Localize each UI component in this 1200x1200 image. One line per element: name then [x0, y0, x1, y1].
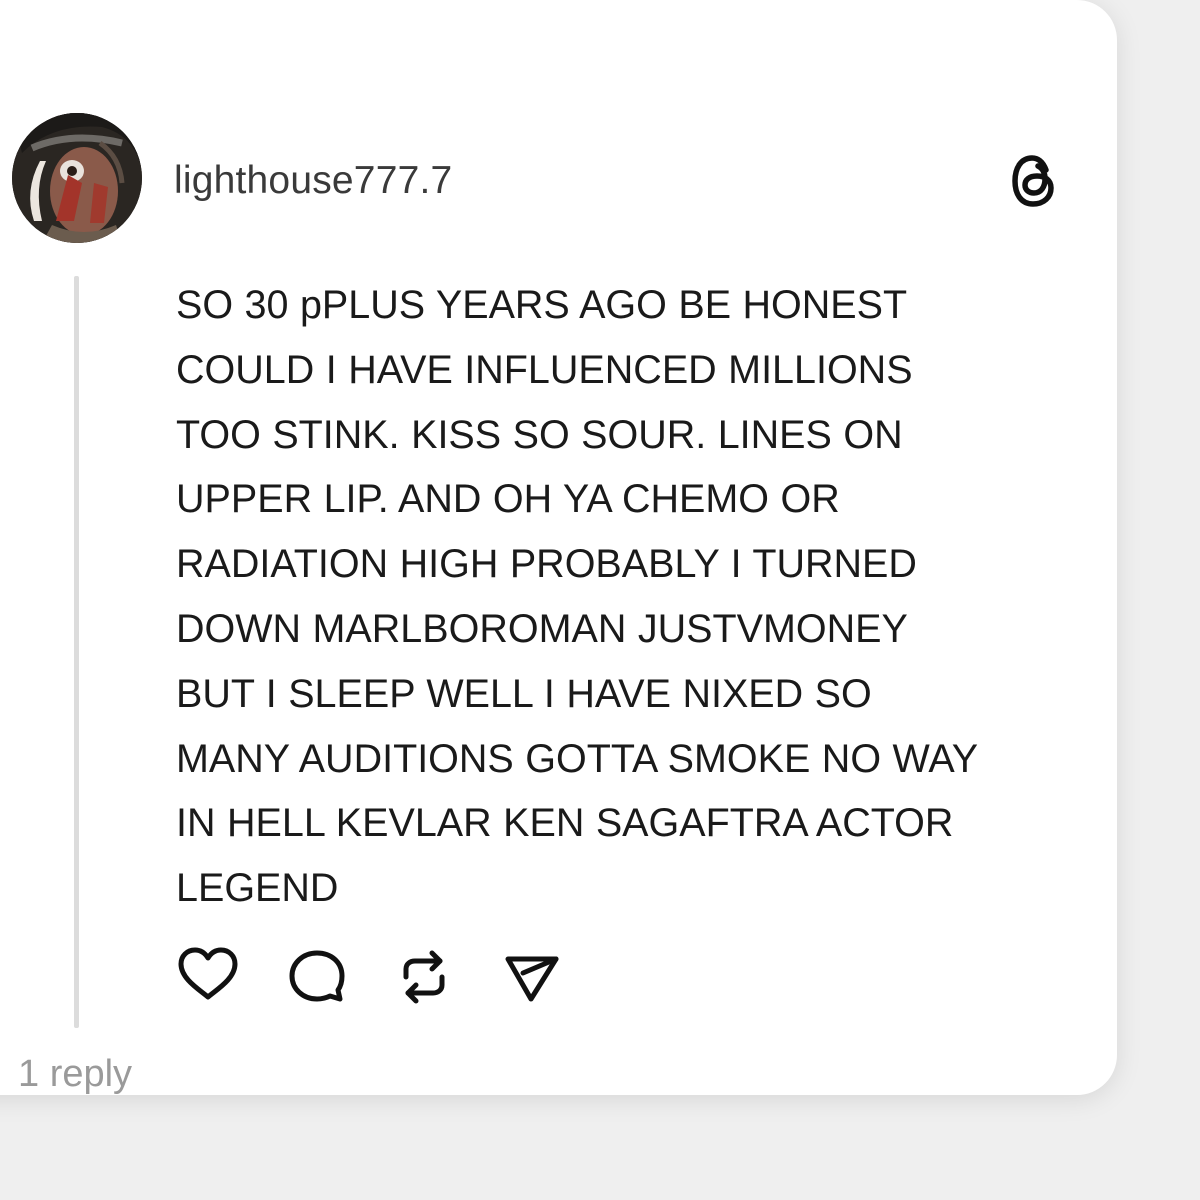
- repost-icon: [403, 950, 445, 1004]
- profile-avatar-image: [12, 113, 142, 243]
- heart-icon: [178, 947, 238, 1000]
- threads-logo-icon[interactable]: [1008, 150, 1060, 212]
- reply-count[interactable]: 1 reply: [18, 1052, 132, 1096]
- reply-button[interactable]: [284, 945, 348, 1009]
- repost-button[interactable]: [392, 945, 456, 1009]
- like-button[interactable]: [176, 945, 240, 1009]
- post-text: SO 30 pPLUS YEARS AGO BE HONEST COULD I …: [176, 283, 979, 911]
- comment-icon: [289, 950, 345, 1002]
- username[interactable]: lighthouse777.7: [174, 158, 452, 204]
- send-icon: [505, 956, 559, 1002]
- thread-line: [74, 276, 79, 1028]
- avatar[interactable]: [12, 113, 142, 243]
- share-button[interactable]: [500, 945, 564, 1009]
